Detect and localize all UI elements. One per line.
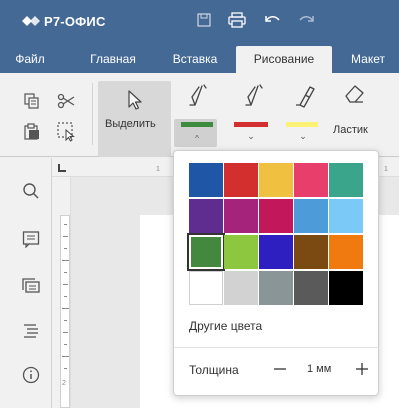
pen-color-swatch-green[interactable] (181, 122, 213, 127)
undo-icon[interactable] (263, 12, 281, 28)
copy-icon[interactable] (24, 93, 40, 109)
ruler-mark: 2 (62, 380, 66, 387)
color-swatch[interactable] (294, 163, 328, 197)
save-icon[interactable] (196, 12, 214, 28)
app-title: Р7-ОФИС (44, 13, 106, 29)
ribbon-toolbar: Выделить ^ ⌄ ⌄ Ластик (0, 73, 399, 157)
color-swatch[interactable] (224, 235, 258, 269)
title-bar: Р7-ОФИС (0, 0, 399, 40)
color-swatch[interactable] (189, 199, 223, 233)
menu-bar: Файл Главная Вставка Рисование Макет (0, 40, 399, 73)
ruler-mark: 1 (156, 166, 160, 173)
color-swatch[interactable] (329, 235, 363, 269)
pen-icon[interactable] (185, 83, 209, 109)
tab-insert[interactable]: Вставка (164, 46, 226, 73)
pen-icon[interactable] (241, 83, 265, 109)
color-swatch[interactable] (294, 271, 328, 305)
ruler-mark: 1 (384, 166, 388, 173)
logo-icon (22, 16, 40, 26)
color-swatch[interactable] (259, 163, 293, 197)
tab-file[interactable]: Файл (10, 46, 50, 73)
select-all-icon[interactable] (57, 122, 77, 142)
increase-thickness-button[interactable] (354, 361, 370, 377)
select-button[interactable]: Выделить (98, 81, 171, 157)
comment-icon[interactable] (22, 230, 40, 248)
color-swatch[interactable] (294, 199, 328, 233)
info-icon[interactable] (22, 366, 40, 384)
color-swatch[interactable] (329, 199, 363, 233)
color-swatch[interactable] (294, 235, 328, 269)
color-swatch[interactable] (224, 163, 258, 197)
ribbon-divider (92, 83, 93, 145)
thickness-value: 1 мм (307, 363, 332, 375)
navigation-icon[interactable] (22, 322, 40, 340)
decrease-thickness-button[interactable] (272, 361, 288, 377)
eraser-icon[interactable] (343, 82, 367, 104)
color-swatch[interactable] (329, 163, 363, 197)
pen-color-swatch-red[interactable] (234, 122, 268, 127)
color-swatch[interactable] (189, 163, 223, 197)
color-swatch[interactable] (259, 199, 293, 233)
highlighter-color-swatch-yellow[interactable] (286, 122, 318, 127)
search-icon[interactable] (22, 182, 40, 200)
color-swatch[interactable] (224, 271, 258, 305)
dropdown-divider (174, 347, 380, 348)
tab-layout[interactable]: Макет (343, 46, 393, 73)
chevron-down-icon[interactable]: ⌄ (246, 131, 256, 142)
print-icon[interactable] (228, 12, 246, 28)
tab-home[interactable]: Главная (83, 46, 143, 73)
chevron-down-icon[interactable]: ⌄ (298, 131, 308, 142)
thickness-label: Толщина (189, 363, 239, 377)
vertical-ruler-strip: 2 (60, 215, 70, 408)
tab-drawing[interactable]: Рисование (236, 46, 332, 73)
color-swatch[interactable] (259, 271, 293, 305)
tab-stop-icon[interactable] (58, 164, 66, 172)
left-sidebar (0, 158, 52, 408)
cut-icon[interactable] (57, 93, 75, 109)
pen-chevron-icon[interactable]: ^ (192, 134, 202, 143)
pen-color-dropdown: Другие цвета Толщина 1 мм (173, 150, 380, 396)
color-swatch[interactable] (187, 233, 225, 271)
more-colors-link[interactable]: Другие цвета (189, 319, 262, 333)
cursor-icon (126, 89, 144, 111)
chat-icon[interactable] (22, 278, 40, 296)
color-swatch[interactable] (329, 271, 363, 305)
color-swatch[interactable] (189, 271, 223, 305)
color-swatch[interactable] (259, 235, 293, 269)
color-swatch[interactable] (224, 199, 258, 233)
select-label: Выделить (105, 118, 156, 130)
paste-icon[interactable] (24, 123, 40, 140)
app-logo: Р7-ОФИС (22, 12, 106, 30)
eraser-label[interactable]: Ластик (333, 124, 368, 136)
redo-icon[interactable] (298, 12, 316, 28)
highlighter-icon[interactable] (292, 83, 318, 109)
